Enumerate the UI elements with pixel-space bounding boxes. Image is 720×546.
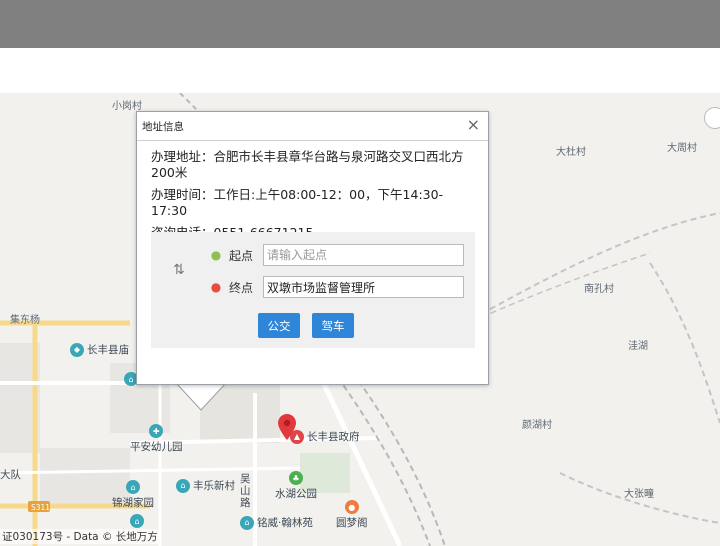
map-copyright: 证030173号 - Data © 长地万方: [0, 529, 160, 544]
place-label: 大杜村: [556, 147, 586, 158]
place-label: 大队: [0, 469, 21, 481]
location-marker-icon[interactable]: [278, 414, 296, 440]
place-label: 洼湖: [628, 341, 648, 352]
place-label: 大张疃: [624, 489, 654, 500]
poi-marker[interactable]: ◆ 长丰县庙: [70, 342, 129, 357]
place-label: 集东杨: [10, 315, 40, 326]
start-pin-icon: ●: [210, 248, 222, 262]
poi-marker[interactable]: ⌂ 丰乐新村: [176, 478, 235, 493]
start-row: ● 起点: [209, 244, 464, 266]
end-label: 终点: [229, 280, 254, 295]
office-address: 办理地址：合肥市长丰县章华台路与泉河路交叉口西北方200米: [151, 149, 464, 180]
poi-marker[interactable]: ⌂: [130, 514, 144, 528]
end-pin-icon: ●: [210, 280, 222, 294]
close-icon[interactable]: ×: [467, 116, 480, 134]
header-spacer: [0, 48, 720, 93]
start-point-input[interactable]: [263, 244, 464, 266]
place-label: 南孔村: [584, 284, 614, 295]
poi-marker[interactable]: ● 圆梦阁: [336, 500, 368, 530]
residential-icon: ⌂: [240, 515, 254, 530]
drive-route-button[interactable]: 驾车: [312, 313, 354, 338]
office-info: 办理地址：合肥市长丰县章华台路与泉河路交叉口西北方200米 办理时间：工作日:上…: [137, 141, 488, 241]
residential-icon: ⌂: [126, 480, 140, 494]
road-label: 吴山路: [240, 473, 251, 509]
poi-icon: ◆: [70, 342, 84, 357]
end-point-input[interactable]: [263, 276, 464, 298]
info-window-title: 地址信息: [142, 121, 184, 133]
residential-icon: ⌂: [130, 514, 144, 528]
bus-route-button[interactable]: 公交: [258, 313, 300, 338]
info-window: 地址信息 × 办理地址：合肥市长丰县章华台路与泉河路交叉口西北方200米 办理时…: [136, 111, 489, 385]
start-label: 起点: [229, 248, 254, 263]
svg-text:S311: S311: [31, 503, 50, 512]
office-hours: 办理时间：工作日:上午08:00-12：00，下午14:30-17:30: [151, 187, 444, 218]
place-label: 大周村: [667, 143, 697, 154]
route-planner: ⇅ ● 起点 ● 终点 公交 驾车: [151, 232, 475, 348]
end-row: ● 终点: [209, 276, 464, 298]
info-window-header: 地址信息 ×: [137, 112, 488, 141]
poi-marker[interactable]: ✚ 平安幼儿园: [130, 424, 183, 454]
poi-marker[interactable]: ⌂ 铭威·翰林苑: [240, 515, 313, 530]
popup-pointer: [176, 382, 226, 411]
top-bar: [0, 0, 720, 48]
park-icon: ♣: [289, 471, 303, 485]
school-icon: ✚: [149, 424, 164, 438]
poi-marker[interactable]: ♣ 水湖公园: [275, 471, 317, 501]
hotel-icon: ●: [344, 500, 359, 514]
place-label: 小岗村: [112, 101, 142, 112]
swap-direction-icon[interactable]: ⇅: [173, 262, 185, 278]
place-label: 颜湖村: [522, 420, 552, 431]
residential-icon: ⌂: [176, 478, 190, 493]
poi-marker[interactable]: ▲ 长丰县政府: [290, 429, 360, 444]
poi-marker[interactable]: ⌂ 锦湖家园: [112, 480, 154, 510]
compass-control[interactable]: [704, 107, 720, 129]
